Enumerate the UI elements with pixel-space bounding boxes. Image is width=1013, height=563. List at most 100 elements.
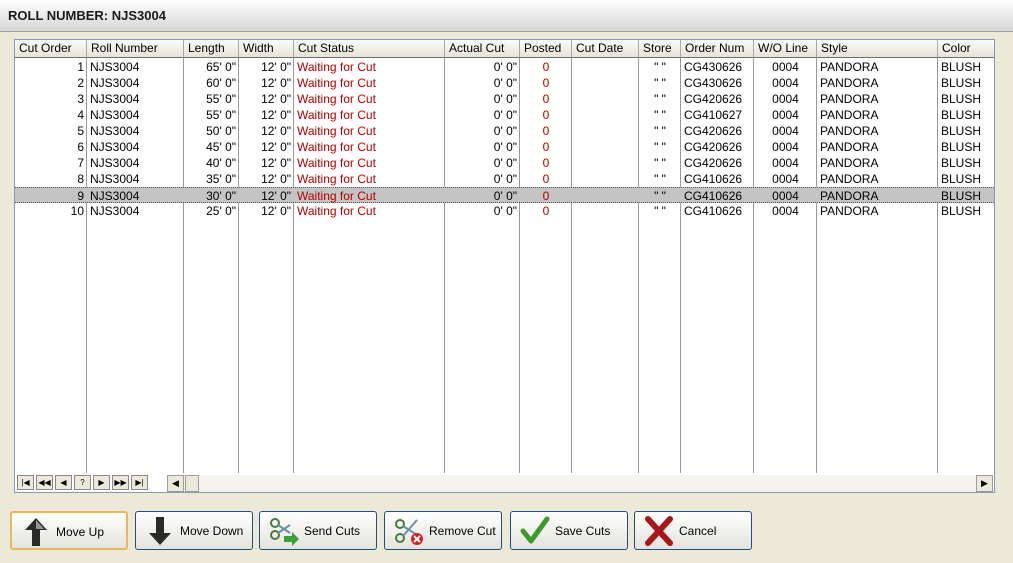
scroll-thumb[interactable] bbox=[185, 475, 199, 492]
column-header-actual-cut[interactable]: Actual Cut bbox=[445, 40, 520, 58]
cell-cut-status: Waiting for Cut bbox=[297, 60, 376, 74]
cell-color: BLUSH bbox=[941, 156, 982, 170]
cell-wo-line: 0004 bbox=[772, 76, 799, 90]
cell-color: BLUSH bbox=[941, 124, 982, 138]
cell-posted: 0 bbox=[542, 172, 550, 186]
scroll-right-icon[interactable]: ▶ bbox=[976, 475, 993, 492]
cell-store: " " bbox=[654, 172, 666, 186]
move-down-button[interactable]: Move Down bbox=[135, 511, 253, 550]
cell-style: PANDORA bbox=[820, 60, 879, 74]
cell-order-num: CG420626 bbox=[684, 140, 743, 154]
table-row[interactable]: 7 NJS3004 40' 0" 12' 0" Waiting for Cut 0' 0"… bbox=[15, 155, 994, 171]
cell-roll-number: NJS3004 bbox=[90, 124, 140, 138]
cell-color: BLUSH bbox=[941, 140, 982, 154]
cell-length: 40' 0" bbox=[206, 156, 236, 170]
cell-width: 12' 0" bbox=[261, 156, 291, 170]
next-page-button[interactable]: ▶▶ bbox=[112, 475, 129, 490]
column-header-wo-line[interactable]: W/O Line bbox=[754, 40, 817, 58]
window-title: ROLL NUMBER: NJS3004 bbox=[8, 8, 166, 23]
table-row[interactable]: 6 NJS3004 45' 0" 12' 0" Waiting for Cut 0' 0"… bbox=[15, 139, 994, 155]
cell-actual-cut: 0' 0" bbox=[493, 108, 517, 122]
cell-order-num: CG420626 bbox=[684, 156, 743, 170]
cell-posted: 0 bbox=[542, 189, 550, 203]
scissors-remove-icon bbox=[395, 519, 423, 545]
move-down-label: Move Down bbox=[180, 524, 244, 538]
remove-cut-button[interactable]: Remove Cut bbox=[384, 511, 502, 550]
cell-length: 55' 0" bbox=[206, 108, 236, 122]
cell-actual-cut: 0' 0" bbox=[493, 204, 517, 218]
table-row[interactable]: 10 NJS3004 25' 0" 12' 0" Waiting for Cut 0' 0… bbox=[15, 203, 994, 219]
table-row[interactable]: 2 NJS3004 60' 0" 12' 0" Waiting for Cut 0' 0"… bbox=[15, 75, 994, 91]
column-header-color[interactable]: Color bbox=[938, 40, 994, 58]
table-row[interactable]: 8 NJS3004 35' 0" 12' 0" Waiting for Cut 0' 0"… bbox=[15, 171, 994, 187]
cell-style: PANDORA bbox=[820, 108, 879, 122]
cell-color: BLUSH bbox=[941, 92, 982, 106]
table-row[interactable]: 9 NJS3004 30' 0" 12' 0" Waiting for Cut 0' 0"… bbox=[15, 187, 994, 203]
cell-cut-status: Waiting for Cut bbox=[297, 108, 376, 122]
scroll-left-icon[interactable]: ◀ bbox=[167, 475, 184, 492]
column-header-cut-order[interactable]: Cut Order bbox=[15, 40, 87, 58]
column-header-style[interactable]: Style bbox=[817, 40, 938, 58]
cell-store: " " bbox=[654, 92, 666, 106]
cancel-button[interactable]: Cancel bbox=[634, 511, 752, 550]
cell-color: BLUSH bbox=[941, 204, 982, 218]
cell-cut-order: 3 bbox=[77, 92, 84, 106]
save-cuts-label: Save Cuts bbox=[555, 524, 611, 538]
cell-posted: 0 bbox=[542, 108, 550, 122]
cell-order-num: CG410626 bbox=[684, 189, 743, 203]
cell-length: 25' 0" bbox=[206, 204, 236, 218]
cell-cut-status: Waiting for Cut bbox=[297, 204, 376, 218]
cell-cut-date bbox=[572, 91, 639, 107]
checkmark-icon bbox=[520, 516, 550, 544]
column-header-cut-status[interactable]: Cut Status bbox=[294, 40, 445, 58]
next-record-button[interactable]: ▶ bbox=[93, 475, 110, 490]
cell-store: " " bbox=[654, 124, 666, 138]
cell-store: " " bbox=[654, 76, 666, 90]
move-up-button[interactable]: Move Up bbox=[10, 511, 128, 550]
column-header-posted[interactable]: Posted bbox=[520, 40, 572, 58]
cuts-grid[interactable]: Cut Order Roll Number Length Width Cut Statu… bbox=[14, 39, 995, 493]
save-cuts-button[interactable]: Save Cuts bbox=[510, 511, 628, 550]
cell-actual-cut: 0' 0" bbox=[493, 172, 517, 186]
first-record-button[interactable]: |◀ bbox=[17, 475, 34, 490]
cell-posted: 0 bbox=[542, 204, 550, 218]
cell-color: BLUSH bbox=[941, 76, 982, 90]
cell-length: 65' 0" bbox=[206, 60, 236, 74]
prev-page-button[interactable]: ◀◀ bbox=[36, 475, 53, 490]
prev-record-button[interactable]: ◀ bbox=[55, 475, 72, 490]
cell-width: 12' 0" bbox=[261, 124, 291, 138]
cell-roll-number: NJS3004 bbox=[90, 172, 140, 186]
send-cuts-button[interactable]: Send Cuts bbox=[259, 511, 377, 550]
column-header-cut-date[interactable]: Cut Date bbox=[572, 40, 639, 58]
column-header-roll-number[interactable]: Roll Number bbox=[87, 40, 184, 58]
table-row[interactable]: 1 NJS3004 65' 0" 12' 0" Waiting for Cut 0' 0"… bbox=[15, 59, 994, 75]
cell-style: PANDORA bbox=[820, 156, 879, 170]
cell-actual-cut: 0' 0" bbox=[493, 189, 517, 203]
table-row[interactable]: 5 NJS3004 50' 0" 12' 0" Waiting for Cut 0' 0"… bbox=[15, 123, 994, 139]
title-bar: ROLL NUMBER: NJS3004 bbox=[0, 0, 1013, 32]
last-record-button[interactable]: ▶| bbox=[131, 475, 148, 490]
cell-order-num: CG420626 bbox=[684, 92, 743, 106]
column-header-store[interactable]: Store bbox=[639, 40, 681, 58]
cell-style: PANDORA bbox=[820, 189, 879, 203]
horizontal-scrollbar[interactable]: ◀ ▶ bbox=[167, 475, 993, 492]
cell-length: 50' 0" bbox=[206, 124, 236, 138]
cell-width: 12' 0" bbox=[261, 140, 291, 154]
cell-cut-order: 8 bbox=[77, 172, 84, 186]
cell-length: 45' 0" bbox=[206, 140, 236, 154]
cell-cut-order: 1 bbox=[77, 60, 84, 74]
column-header-order-num[interactable]: Order Num bbox=[681, 40, 754, 58]
cell-cut-status: Waiting for Cut bbox=[297, 140, 376, 154]
table-row[interactable]: 3 NJS3004 55' 0" 12' 0" Waiting for Cut 0' 0"… bbox=[15, 91, 994, 107]
cell-style: PANDORA bbox=[820, 76, 879, 90]
column-header-length[interactable]: Length bbox=[184, 40, 239, 58]
remove-cut-label: Remove Cut bbox=[429, 524, 496, 538]
column-header-width[interactable]: Width bbox=[239, 40, 294, 58]
cell-order-num: CG420626 bbox=[684, 124, 743, 138]
cell-cut-order: 5 bbox=[77, 124, 84, 138]
cell-cut-status: Waiting for Cut bbox=[297, 189, 376, 203]
table-row[interactable]: 4 NJS3004 55' 0" 12' 0" Waiting for Cut 0' 0"… bbox=[15, 107, 994, 123]
cell-style: PANDORA bbox=[820, 172, 879, 186]
find-record-button[interactable]: ? bbox=[74, 475, 91, 490]
cell-wo-line: 0004 bbox=[772, 92, 799, 106]
